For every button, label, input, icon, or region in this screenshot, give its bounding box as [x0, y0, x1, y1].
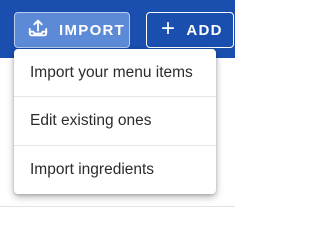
import-dropdown-menu: Import your menu items Edit existing one…	[14, 49, 216, 194]
menu-item-import-menu-items[interactable]: Import your menu items	[14, 49, 216, 98]
add-button[interactable]: + ADD	[146, 12, 234, 48]
upload-tray-icon	[27, 17, 59, 43]
import-button[interactable]: IMPORT	[14, 12, 130, 48]
menu-item-import-ingredients[interactable]: Import ingredients	[14, 146, 216, 194]
divider	[0, 206, 235, 207]
import-button-label: IMPORT	[59, 21, 126, 39]
add-button-label: ADD	[186, 21, 223, 39]
menu-item-label: Import ingredients	[30, 160, 155, 178]
menu-item-label: Edit existing ones	[30, 111, 152, 129]
plus-icon: +	[161, 15, 177, 42]
menu-item-edit-existing[interactable]: Edit existing ones	[14, 97, 216, 146]
menu-item-label: Import your menu items	[30, 63, 193, 81]
